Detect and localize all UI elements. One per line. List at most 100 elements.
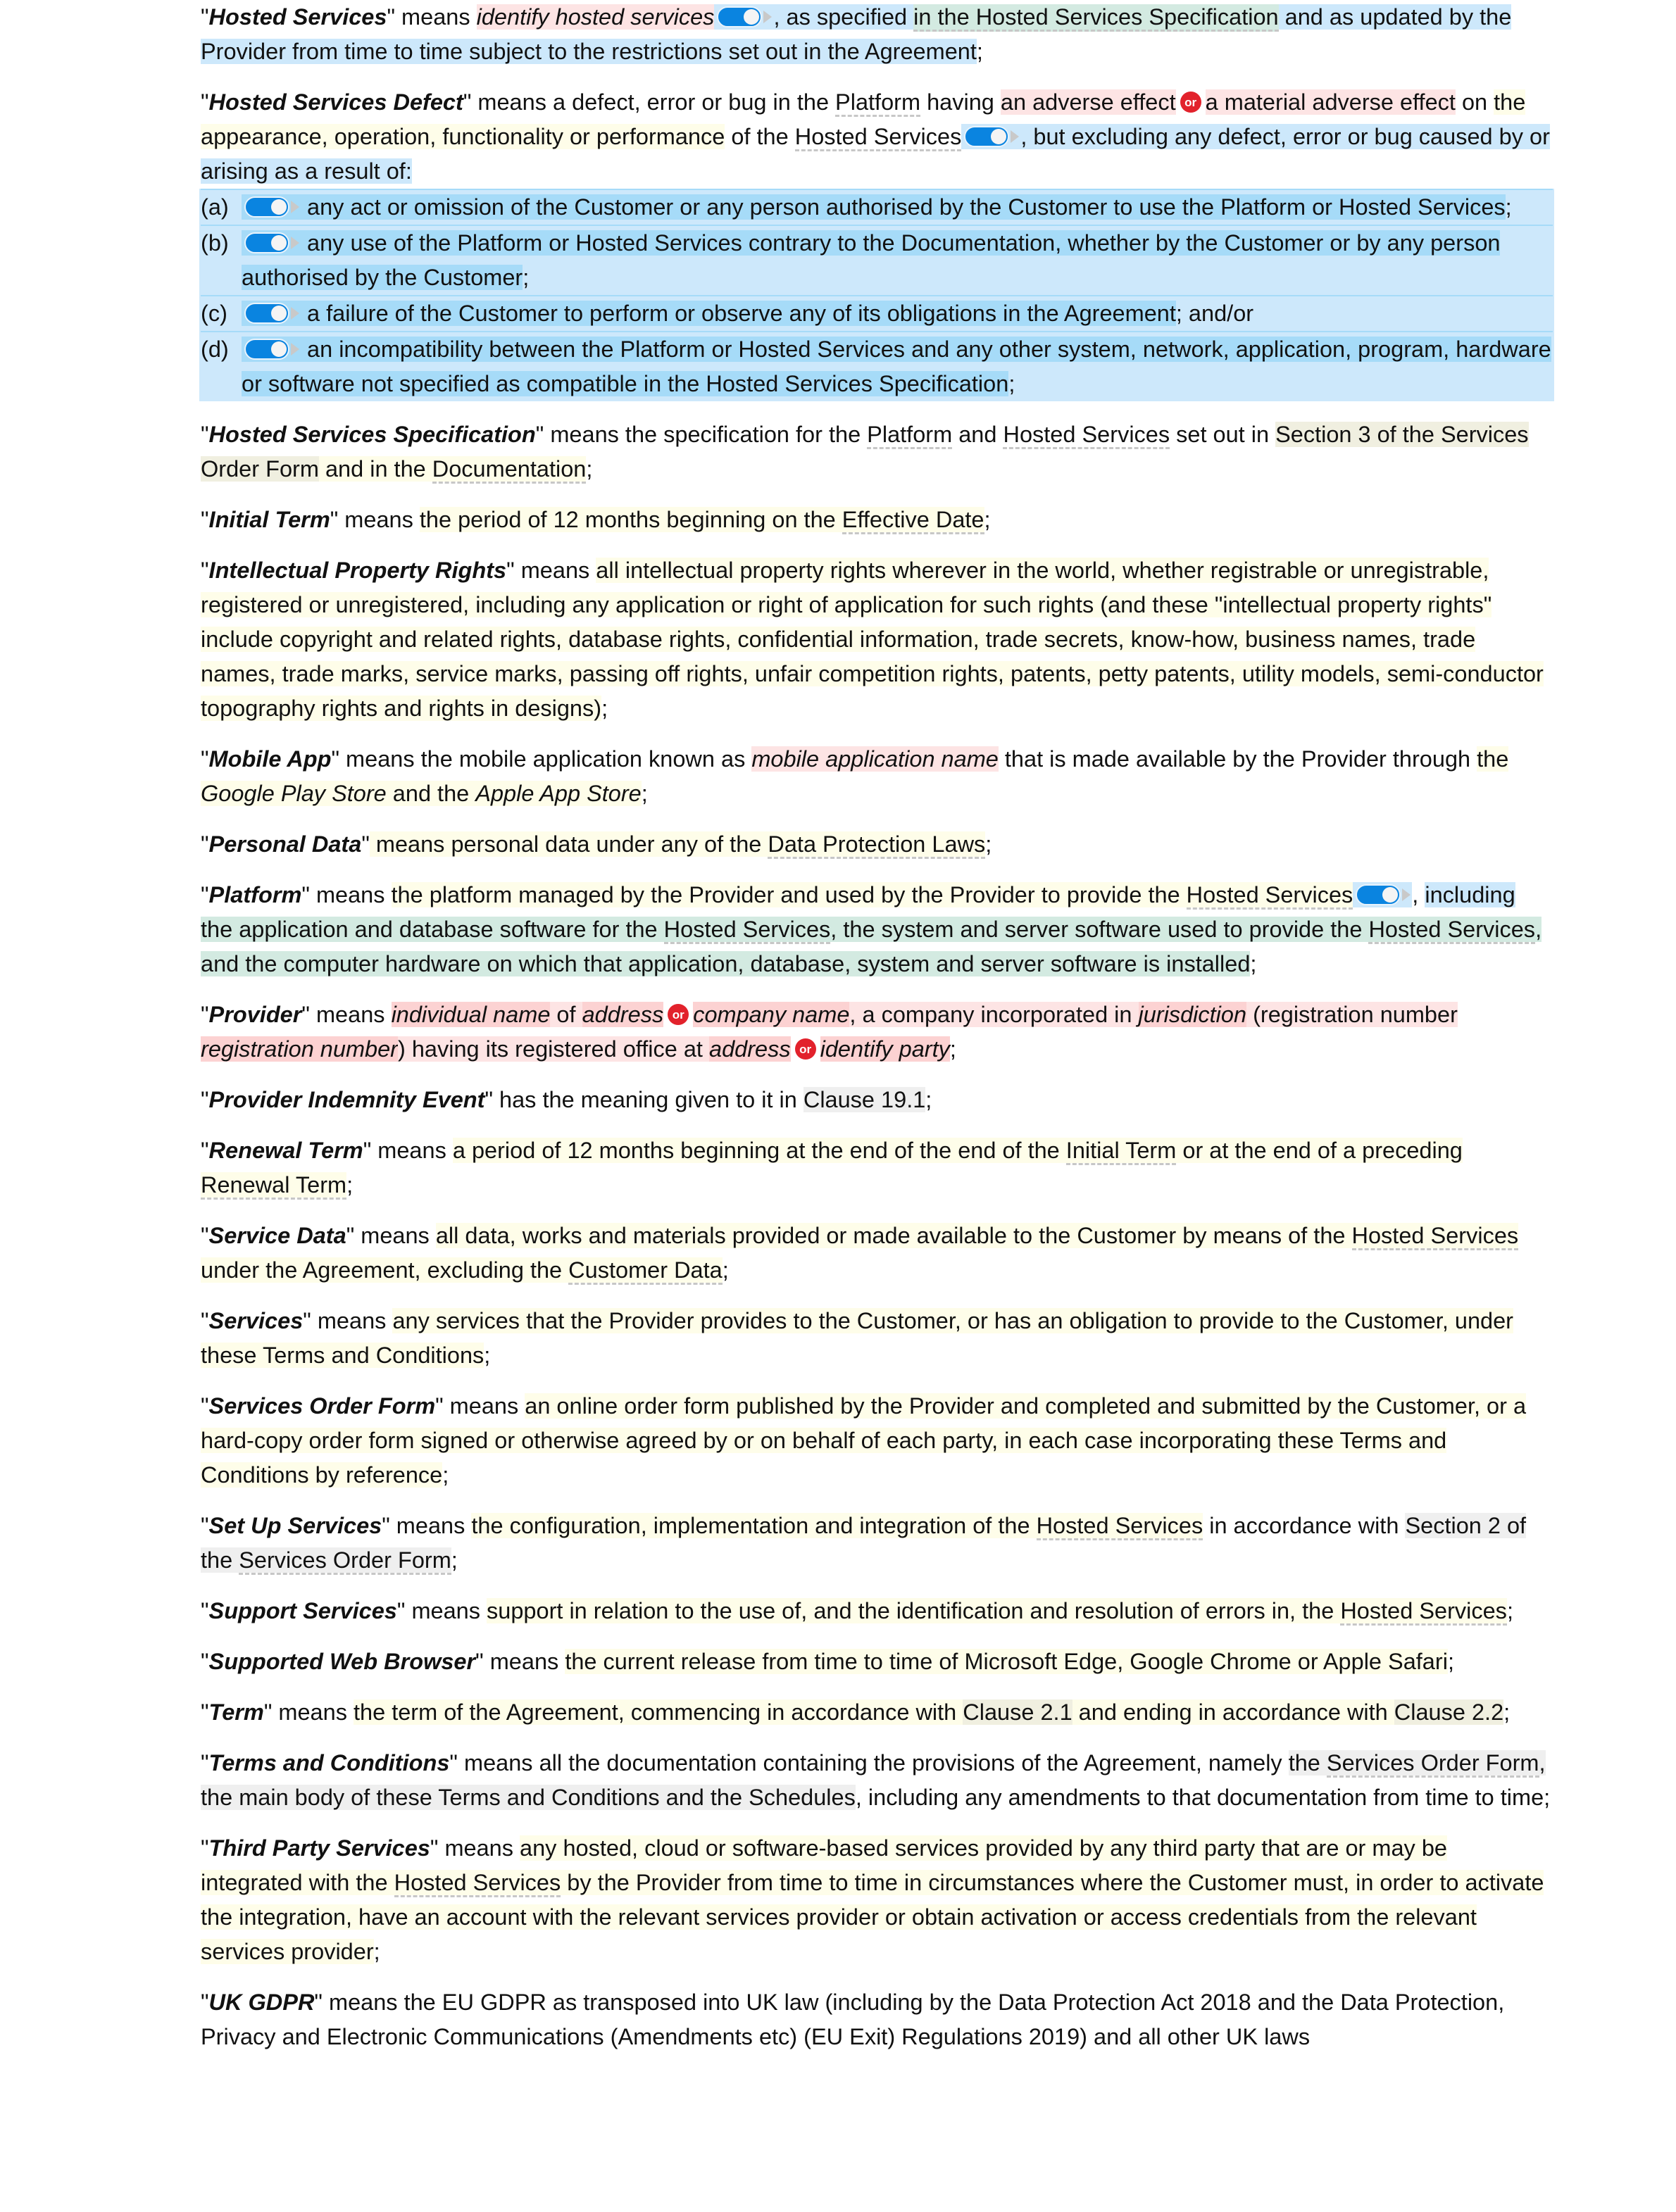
clause-reference[interactable]: Clause 19.1: [803, 1087, 926, 1112]
placeholder-field[interactable]: individual name: [391, 1002, 551, 1027]
placeholder-field[interactable]: identify hosted services: [476, 4, 715, 30]
defined-term: Provider Indemnity Event: [208, 1087, 485, 1112]
toggle-switch-icon[interactable]: [717, 6, 763, 28]
term-link[interactable]: Hosted Services: [794, 124, 962, 151]
placeholder-field[interactable]: company name: [693, 1002, 850, 1027]
definition-uk-gdpr: "UK GDPR" means the EU GDPR as transpose…: [201, 1990, 1505, 2049]
definition-provider: "Provider" means individual name of addr…: [201, 1002, 1458, 1062]
defined-term: Hosted Services Defect: [208, 89, 463, 115]
definition-mobile-app: "Mobile App" means the mobile applicatio…: [201, 746, 1509, 806]
clause-reference[interactable]: Clause 2.1: [963, 1699, 1072, 1725]
defined-term: Hosted Services: [208, 4, 387, 30]
toggle-switch-icon[interactable]: [964, 126, 1010, 148]
term-link[interactable]: Services Order Form: [1326, 1750, 1539, 1778]
triangle-right-icon[interactable]: [291, 201, 299, 214]
definition-platform: "Platform" means the platform managed by…: [201, 882, 1542, 976]
placeholder-field[interactable]: registration number: [201, 1036, 398, 1062]
definition-renewal-term: "Renewal Term" means a period of 12 mont…: [201, 1133, 1553, 1202]
triangle-right-icon[interactable]: [291, 307, 299, 320]
toggle-switch-icon[interactable]: [244, 196, 289, 218]
defined-term: Mobile App: [208, 746, 332, 772]
defined-term: Support Services: [208, 1598, 397, 1623]
defined-term: Supported Web Browser: [208, 1649, 476, 1674]
term-link[interactable]: Hosted Services: [1340, 1598, 1507, 1626]
term-link[interactable]: Hosted Services: [1036, 1513, 1203, 1540]
term-link[interactable]: Platform: [835, 89, 921, 117]
defined-term: Hosted Services Specification: [208, 422, 536, 447]
triangle-right-icon[interactable]: [763, 11, 773, 24]
definition-initial-term: "Initial Term" means the period of 12 mo…: [201, 503, 1553, 537]
defined-term: Personal Data: [208, 831, 362, 857]
term-link[interactable]: Hosted Services: [1186, 882, 1353, 910]
placeholder-field[interactable]: address: [582, 1002, 664, 1027]
defined-term: Third Party Services: [208, 1835, 430, 1861]
defined-term: Services: [208, 1308, 304, 1333]
term-link[interactable]: Hosted Services: [1368, 917, 1536, 944]
variable-text: the current release from time to time of…: [565, 1649, 1448, 1674]
definition-services-order-form: "Services Order Form" means an online or…: [201, 1393, 1527, 1488]
definition-term: "Term" means the term of the Agreement, …: [201, 1699, 1511, 1725]
defined-term: Term: [208, 1699, 264, 1725]
term-link[interactable]: Data Protection Laws: [768, 831, 986, 859]
definition-hosted-services: "Hosted Services" means identify hosted …: [201, 4, 1512, 64]
term-link[interactable]: Hosted Services: [1003, 422, 1170, 449]
option-choice[interactable]: an adverse effect: [1000, 89, 1176, 115]
term-link[interactable]: Hosted Services: [1351, 1223, 1519, 1250]
clause-reference[interactable]: Clause 2.2: [1394, 1699, 1504, 1725]
definition-service-data: "Service Data" means all data, works and…: [201, 1219, 1553, 1288]
or-badge-icon[interactable]: or: [794, 1038, 816, 1060]
term-link[interactable]: Platform: [867, 422, 953, 449]
term-link[interactable]: Initial Term: [1065, 1138, 1177, 1165]
term-link[interactable]: Hosted Services: [394, 1870, 561, 1897]
sub-clause: (b) any use of the Platform or Hosted Se…: [201, 225, 1553, 295]
sub-clause: (a) any act or omission of the Customer …: [201, 189, 1553, 225]
term-link[interactable]: Hosted Services: [663, 917, 831, 944]
definition-hosted-services-specification: "Hosted Services Specification" means th…: [201, 417, 1553, 486]
placeholder-field[interactable]: mobile application name: [751, 746, 999, 772]
defined-term: UK GDPR: [208, 1990, 315, 2015]
toggle-switch-icon[interactable]: [244, 303, 289, 325]
triangle-right-icon[interactable]: [1011, 130, 1020, 144]
variable-text: any services that the Provider provides …: [201, 1308, 1514, 1368]
linked-clause: the application and database software fo…: [201, 917, 1542, 976]
definition-intellectual-property-rights: "Intellectual Property Rights" means all…: [201, 558, 1544, 721]
definition-hosted-services-defect: "Hosted Services Defect" means a defect,…: [199, 85, 1554, 401]
defined-term: Initial Term: [208, 507, 330, 532]
defined-term: Platform: [208, 882, 302, 907]
defined-term: Services Order Form: [208, 1393, 436, 1419]
defined-term: Renewal Term: [208, 1138, 363, 1163]
definition-set-up-services: "Set Up Services" means the configuratio…: [201, 1509, 1553, 1578]
sub-clause-list: (a) any act or omission of the Customer …: [199, 189, 1554, 401]
or-badge-icon[interactable]: or: [1180, 92, 1201, 113]
definition-third-party-services: "Third Party Services" means any hosted,…: [201, 1835, 1544, 1964]
definition-provider-indemnity-event: "Provider Indemnity Event" has the meani…: [201, 1087, 932, 1112]
defined-term: Intellectual Property Rights: [208, 558, 507, 583]
definition-terms-and-conditions: "Terms and Conditions" means all the doc…: [201, 1750, 1551, 1810]
term-link[interactable]: Documentation: [432, 456, 587, 484]
placeholder-field[interactable]: identify party: [820, 1036, 950, 1062]
toggle-switch-icon[interactable]: [1356, 884, 1401, 906]
placeholder-field[interactable]: jurisdiction: [1138, 1002, 1247, 1027]
document-page: "Hosted Services" means identify hosted …: [199, 0, 1554, 2070]
toggle-switch-icon[interactable]: [244, 232, 289, 254]
or-badge-icon[interactable]: or: [668, 1004, 689, 1026]
definition-support-services: "Support Services" means support in rela…: [201, 1594, 1553, 1628]
defined-term: Provider: [208, 1002, 302, 1027]
option-choice[interactable]: a material adverse effect: [1205, 89, 1456, 115]
cross-reference-link[interactable]: in the Hosted Services Specification: [913, 4, 1279, 32]
definition-services: "Services" means any services that the P…: [201, 1308, 1514, 1368]
placeholder-field[interactable]: address: [709, 1036, 791, 1062]
term-link[interactable]: Renewal Term: [201, 1172, 347, 1200]
term-link[interactable]: Effective Date: [842, 507, 984, 534]
sub-clause: (c) a failure of the Customer to perform…: [201, 295, 1553, 331]
term-link[interactable]: Customer Data: [568, 1257, 723, 1285]
defined-term: Set Up Services: [208, 1513, 382, 1538]
triangle-right-icon[interactable]: [1402, 888, 1411, 902]
definition-personal-data: "Personal Data" means personal data unde…: [201, 827, 1553, 862]
triangle-right-icon[interactable]: [291, 237, 299, 250]
optional-clause: including: [1425, 882, 1515, 907]
defined-term: Service Data: [208, 1223, 346, 1248]
term-link[interactable]: Services Order Form: [239, 1547, 451, 1575]
triangle-right-icon[interactable]: [291, 343, 299, 356]
toggle-switch-icon[interactable]: [244, 339, 289, 360]
